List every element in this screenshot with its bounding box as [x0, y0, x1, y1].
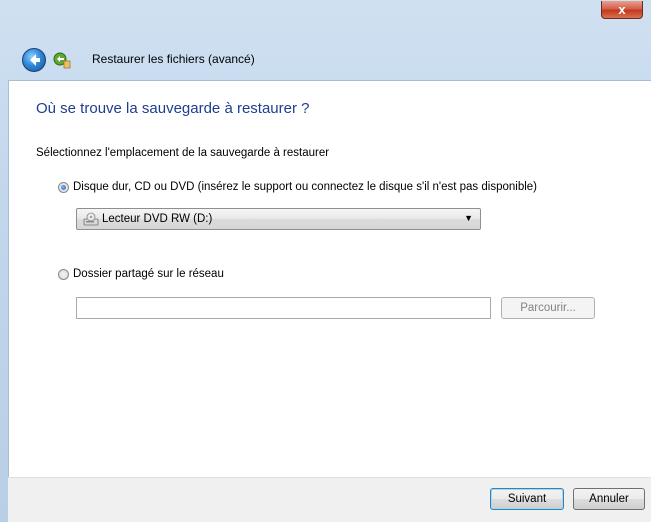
- window-title: Restaurer les fichiers (avancé): [92, 52, 255, 66]
- title-bar: x Restaurer les fichiers (avancé): [0, 0, 651, 80]
- footer-bar: Suivant Annuler: [8, 477, 651, 522]
- restore-files-icon: [53, 52, 71, 69]
- back-button[interactable]: [22, 48, 46, 72]
- close-button[interactable]: x: [601, 1, 643, 19]
- browse-button[interactable]: Parcourir...: [501, 297, 595, 319]
- back-arrow-icon: [30, 54, 40, 66]
- cancel-button[interactable]: Annuler: [573, 488, 645, 510]
- network-radio[interactable]: [58, 268, 69, 280]
- network-path-input[interactable]: [76, 297, 491, 319]
- instruction-text: Sélectionnez l'emplacement de la sauvega…: [36, 147, 330, 159]
- disk-radio[interactable]: [58, 181, 69, 193]
- wizard-window: x Restaurer les fichiers (avancé) Où se …: [0, 0, 651, 522]
- network-option-label[interactable]: Dossier partagé sur le réseau: [73, 268, 224, 280]
- drive-select-value: Lecteur DVD RW (D:): [102, 213, 213, 225]
- disk-option-label[interactable]: Disque dur, CD ou DVD (insérez le suppor…: [73, 181, 537, 193]
- next-button[interactable]: Suivant: [490, 488, 564, 510]
- content-area: Où se trouve la sauvegarde à restaurer ?…: [8, 80, 651, 477]
- drive-select[interactable]: Lecteur DVD RW (D:) ▼: [76, 208, 481, 230]
- chevron-down-icon[interactable]: ▼: [464, 213, 473, 223]
- network-option-row[interactable]: Dossier partagé sur le réseau: [58, 268, 224, 280]
- dvd-drive-icon: [83, 212, 99, 226]
- disk-option-row[interactable]: Disque dur, CD ou DVD (insérez le suppor…: [58, 181, 537, 193]
- page-heading: Où se trouve la sauvegarde à restaurer ?: [36, 100, 310, 117]
